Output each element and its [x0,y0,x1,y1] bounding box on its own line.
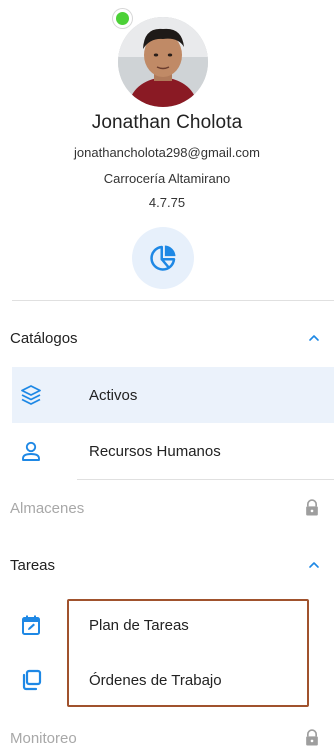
lock-icon [306,499,318,516]
section-label: Tareas [10,556,56,574]
profile-header: Jonathan Cholota jonathancholota298@gmai… [0,0,334,300]
copy-icon [18,667,44,693]
section-label: Monitoreo [10,729,77,747]
menu-item-ordenes-de-trabajo[interactable]: Órdenes de Trabajo [12,652,334,708]
person-icon [18,438,44,464]
menu-item-recursos-humanos[interactable]: Recursos Humanos [12,423,334,479]
section-monitoreo: Monitoreo [0,716,334,749]
chevron-up-icon [309,335,319,341]
menu-item-label: Órdenes de Trabajo [89,671,222,689]
pie-chart-icon [150,245,176,271]
user-name: Jonathan Cholota [91,112,243,133]
chevron-up-icon [309,562,319,568]
divider [77,479,334,480]
company-name: Carrocería Altamirano [103,171,231,186]
menu-item-label: Recursos Humanos [89,442,221,460]
lock-icon [306,729,318,746]
avatar[interactable] [118,17,208,107]
calendar-edit-icon [18,612,44,638]
avatar-photo [118,17,208,107]
divider [12,300,334,301]
section-label: Catálogos [10,329,78,347]
online-status-dot [113,9,132,28]
app-version: 4.7.75 [148,195,186,210]
section-almacenes: Almacenes [0,486,334,530]
section-catalogos[interactable]: Catálogos [0,316,334,360]
menu-item-label: Activos [89,386,138,404]
menu-item-activos[interactable]: Activos [12,367,334,423]
section-label: Almacenes [10,499,85,517]
dashboard-button[interactable] [132,227,194,289]
layers-icon [18,382,44,408]
menu-item-label: Plan de Tareas [89,616,189,634]
menu-item-plan-de-tareas[interactable]: Plan de Tareas [12,597,334,653]
section-tareas[interactable]: Tareas [0,543,334,587]
user-email: jonathancholota298@gmail.com [74,145,260,160]
